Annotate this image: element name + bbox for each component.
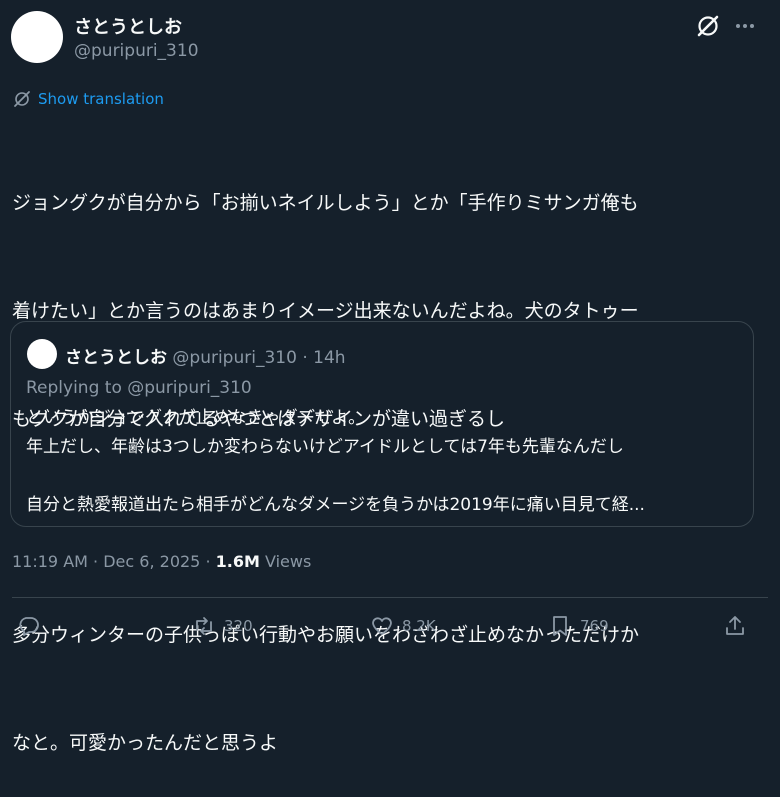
- quote-line: というかジョングクが止めなきゃダメだよ。: [26, 408, 366, 428]
- repost-button[interactable]: 320: [192, 614, 253, 638]
- views-count: 1.6M: [215, 552, 260, 571]
- quote-avatar: [27, 339, 57, 369]
- grok-icon[interactable]: [694, 12, 722, 40]
- quote-line: [26, 462, 741, 491]
- show-translation-button[interactable]: Show translation: [12, 89, 164, 109]
- tweet-meta: 11:19 AM · Dec 6, 2025 · 1.6M Views: [12, 552, 311, 571]
- quote-line: 年上だし、年齢は3つしか変わらないけどアイドルとしては7年も先輩なんだし: [26, 437, 624, 457]
- share-icon: [726, 616, 744, 635]
- meta-separator: ·: [93, 552, 99, 571]
- author-name[interactable]: さとうとしお: [74, 13, 182, 39]
- quote-header: さとうとしお @puripuri_310 · 14h: [65, 343, 346, 368]
- like-count: 8.2K: [402, 617, 436, 635]
- share-button[interactable]: [723, 614, 747, 638]
- more-icon[interactable]: [733, 14, 757, 38]
- reply-button[interactable]: [17, 614, 49, 638]
- tweet-time[interactable]: 11:19 AM: [12, 552, 88, 571]
- repost-count: 320: [224, 617, 253, 635]
- bookmark-button[interactable]: 769: [548, 614, 609, 638]
- quoted-tweet[interactable]: さとうとしお @puripuri_310 · 14h Replying to @…: [10, 321, 754, 527]
- quote-separator: ·: [302, 348, 308, 368]
- bookmark-icon: [553, 616, 567, 636]
- author-handle[interactable]: @puripuri_310: [74, 41, 199, 61]
- divider: [12, 597, 768, 598]
- quote-author-name: さとうとしお: [65, 348, 167, 368]
- reply-icon: [19, 617, 39, 636]
- quote-line: 自分と熱愛報道出たら相手がどんなダメージを負うかは2019年に痛い目見て経...: [26, 495, 645, 515]
- tweet-line: ジョングクが自分から「お揃いネイルしよう」とか「手作りミサンガ俺も: [12, 192, 639, 214]
- translate-label: Show translation: [38, 90, 164, 108]
- meta-separator: ·: [205, 552, 211, 571]
- views-label: Views: [265, 552, 312, 571]
- quote-time: 14h: [313, 348, 346, 368]
- repost-icon: [196, 617, 212, 635]
- like-button[interactable]: 8.2K: [370, 614, 436, 638]
- bookmark-count: 769: [580, 617, 609, 635]
- translate-icon: [14, 91, 30, 107]
- tweet-date[interactable]: Dec 6, 2025: [103, 552, 200, 571]
- avatar[interactable]: [11, 11, 63, 63]
- like-icon: [372, 617, 392, 635]
- tweet-line: なと。可愛かったんだと思うよ: [12, 732, 279, 754]
- quote-text: というかジョングクが止めなきゃダメだよ。 年上だし、年齢は3つしか変わらないけど…: [26, 404, 741, 520]
- quote-author-handle: @puripuri_310: [172, 348, 297, 368]
- replying-to: Replying to @puripuri_310: [26, 378, 252, 398]
